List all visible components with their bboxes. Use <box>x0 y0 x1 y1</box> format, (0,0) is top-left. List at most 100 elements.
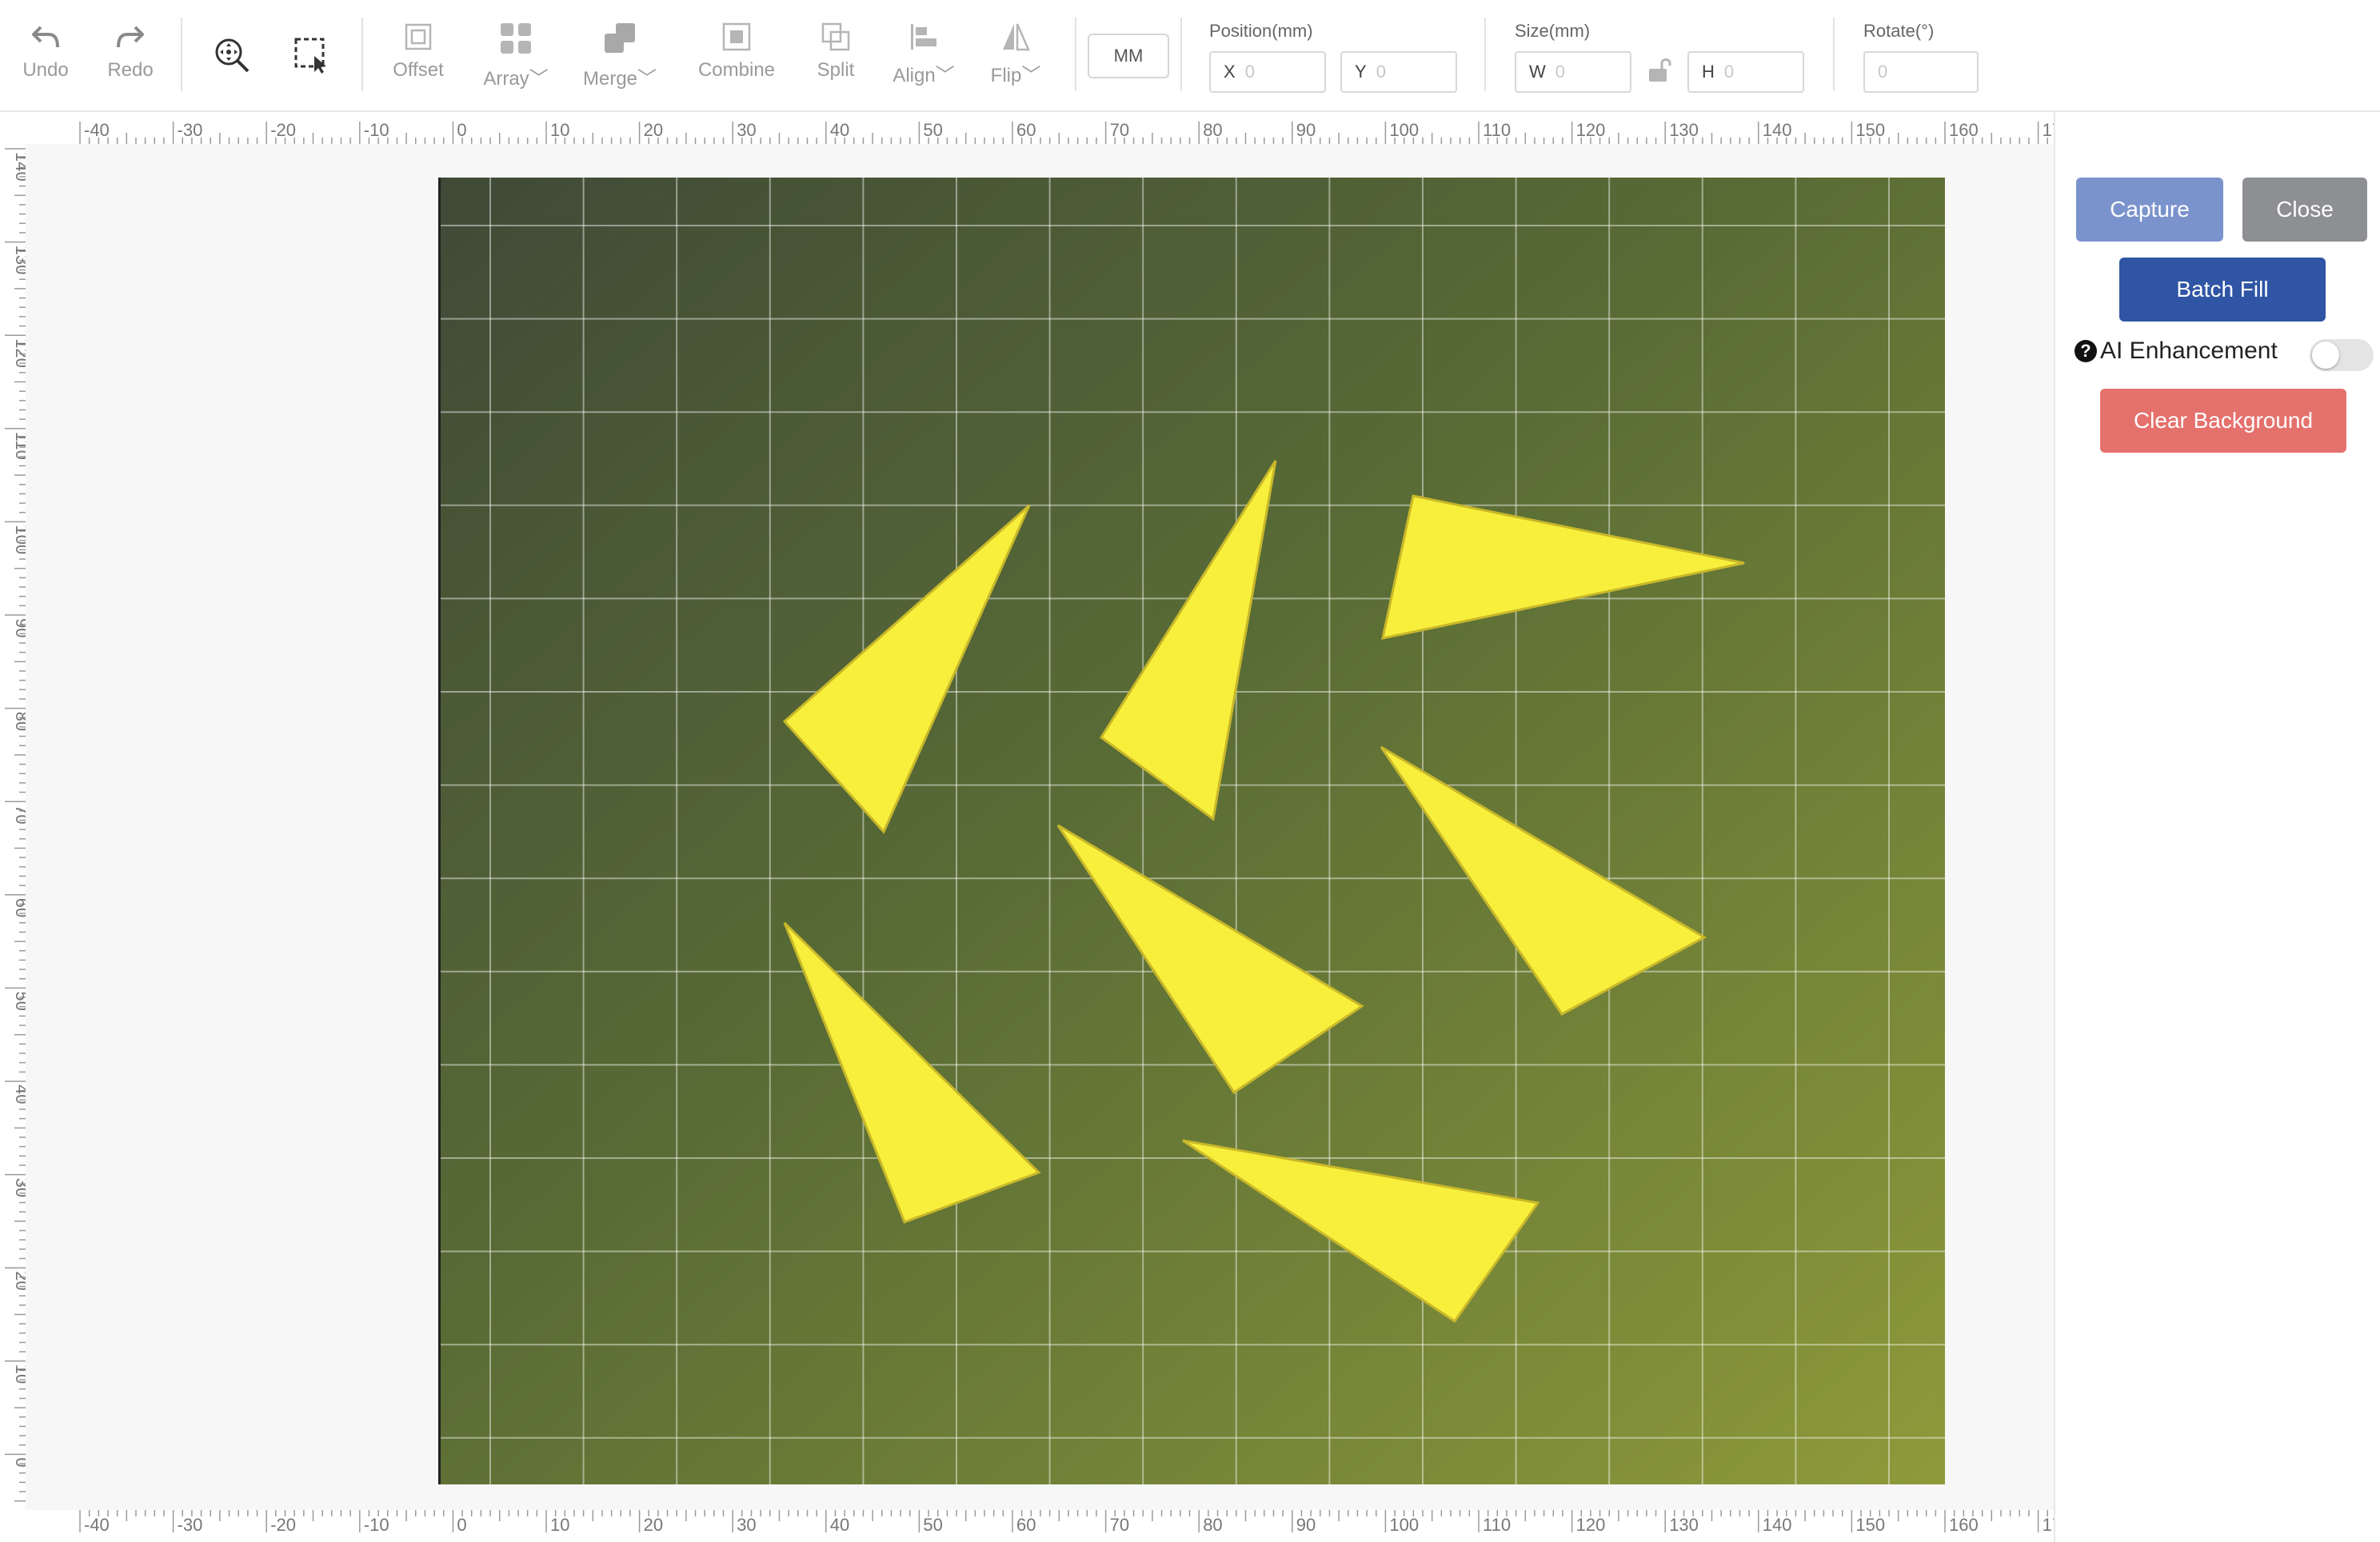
rotate-label: Rotate(°) <box>1863 21 1935 41</box>
rotate-value: 0 <box>1878 62 1888 82</box>
position-y-input[interactable]: Y 0 <box>1340 51 1457 93</box>
position-x-input[interactable]: X 0 <box>1209 51 1326 93</box>
undo-button[interactable]: Undo <box>18 0 74 112</box>
h-value: 0 <box>1723 62 1735 82</box>
toolbar-divider <box>1180 18 1182 91</box>
chevron-down-icon: ﹀ <box>637 68 657 90</box>
combine-icon <box>722 22 751 51</box>
help-icon[interactable]: ? <box>2075 340 2097 362</box>
flip-icon <box>1003 23 1030 51</box>
ruler-tick-label: 130 <box>1669 1515 1699 1535</box>
ruler-tick-label: -40 <box>84 120 110 140</box>
merge-button[interactable]: Merge﹀ <box>582 0 657 112</box>
select-area-icon <box>294 38 326 74</box>
redo-icon <box>117 26 144 48</box>
array-button[interactable]: Array﹀ <box>480 0 552 112</box>
ruler-left: 1401301201101009080706050403020100 <box>0 144 32 1510</box>
position-label: Position(mm) <box>1209 21 1313 41</box>
ruler-tick-label: 60 <box>1016 1515 1036 1535</box>
ruler-left-scale: 1401301201101009080706050403020100 <box>5 148 32 1502</box>
ruler-tick-label: 10 <box>12 1364 26 1384</box>
merge-label: Merge <box>582 68 638 90</box>
combine-button[interactable]: Combine <box>693 0 781 112</box>
offset-label: Offset <box>393 59 444 81</box>
ruler-tick-label: 140 <box>1763 120 1792 140</box>
ruler-tick-label: 70 <box>1110 1515 1129 1535</box>
split-button[interactable]: Split <box>808 0 864 112</box>
ruler-tick-label: 30 <box>12 1178 26 1197</box>
ruler-tick-label: 50 <box>923 120 942 140</box>
ruler-top-scale: -40 -30 -20 -10 0 10 20 30 40 50 60 70 80 90 100 110 120… <box>79 120 2054 144</box>
toolbar: Undo Redo Offset Array﹀ Merge﹀ Combine S… <box>0 0 2380 112</box>
ruler-tick-label: 100 <box>1389 120 1419 140</box>
canvas-workspace[interactable]: -40 -30 -20 -10 0 10 20 30 40 50 60 70 80 90 100 110 120… <box>0 112 2054 1542</box>
size-w-input[interactable]: W 0 <box>1515 51 1631 93</box>
camera-capture-image[interactable] <box>438 178 1945 1484</box>
batch-fill-button[interactable]: Batch Fill <box>2119 258 2326 322</box>
flip-button[interactable]: Flip﹀ <box>984 0 1048 112</box>
ruler-tick-label: 130 <box>12 246 26 275</box>
ruler-tick-label: 160 <box>1949 1515 1979 1535</box>
ruler-tick-label: 120 <box>1576 120 1606 140</box>
align-button[interactable]: Align﹀ <box>888 0 960 112</box>
ruler-tick-label: 10 <box>550 120 569 140</box>
unit-toggle-button[interactable]: MM <box>1088 34 1169 78</box>
clear-background-button[interactable]: Clear Background <box>2100 389 2346 453</box>
ruler-tick-label: 20 <box>12 1271 26 1290</box>
ruler-tick-label: 40 <box>12 1085 26 1104</box>
chevron-down-icon: ﹀ <box>935 65 955 86</box>
ruler-tick-label: 90 <box>1296 1515 1316 1535</box>
ruler-tick-label: 110 <box>1483 120 1511 140</box>
chevron-down-icon: ﹀ <box>529 68 549 90</box>
align-icon <box>911 24 936 50</box>
ruler-tick-label: 150 <box>1855 120 1885 140</box>
ruler-tick-label: 40 <box>830 120 849 140</box>
size-label: Size(mm) <box>1515 21 1591 41</box>
split-label: Split <box>817 59 855 81</box>
ruler-bottom: -40 -30 -20 -10 0 10 20 30 40 50 60 70 80 90 100 110 120… <box>0 1510 2054 1542</box>
offset-button[interactable]: Offset <box>390 0 446 112</box>
ruler-tick-label: 20 <box>644 1515 663 1535</box>
ruler-tick-label: 0 <box>12 1457 26 1467</box>
ruler-tick-label: 30 <box>737 120 756 140</box>
ruler-tick-label: -10 <box>364 120 389 140</box>
array-icon <box>501 23 531 54</box>
ruler-bottom-scale: -40 -30 -20 -10 0 10 20 30 40 50 60 70 80 90 100 110 120… <box>79 1510 2054 1535</box>
combine-label: Combine <box>697 59 776 81</box>
y-prefix: Y <box>1355 62 1367 82</box>
redo-button[interactable]: Redo <box>102 0 158 112</box>
select-area-button[interactable] <box>290 0 334 112</box>
close-button[interactable]: Close <box>2242 178 2367 242</box>
rotate-input[interactable]: 0 <box>1863 51 1979 93</box>
ruler-tick-label: -20 <box>270 120 296 140</box>
ruler-tick-label: 60 <box>1016 120 1036 140</box>
ruler-tick-label: 90 <box>1296 120 1316 140</box>
merge-icon <box>605 23 635 53</box>
ai-enhancement-toggle[interactable] <box>2310 339 2374 371</box>
ruler-tick-label: 60 <box>12 898 26 917</box>
zoom-fit-button[interactable] <box>210 0 254 112</box>
lock-icon[interactable] <box>1644 54 1676 86</box>
ruler-tick-label: 0 <box>457 120 466 140</box>
ruler-tick-label: 80 <box>1203 1515 1222 1535</box>
split-icon <box>821 22 850 51</box>
ruler-tick-label: -30 <box>178 120 203 140</box>
toolbar-divider <box>361 18 363 91</box>
toggle-knob <box>2312 342 2339 369</box>
ruler-tick-label: 40 <box>830 1515 849 1535</box>
ruler-tick-label: 20 <box>644 120 663 140</box>
toolbar-divider <box>1833 18 1835 91</box>
x-value: 0 <box>1244 62 1255 82</box>
ruler-tick-label: -20 <box>270 1515 296 1535</box>
ruler-tick-label: 160 <box>1949 120 1979 140</box>
undo-label: Undo <box>22 59 69 81</box>
zoom-fit-icon <box>215 38 250 73</box>
ruler-tick-label: 120 <box>1576 1515 1606 1535</box>
ruler-tick-label: 30 <box>737 1515 756 1535</box>
ruler-tick-label: 17 <box>2043 120 2054 140</box>
ruler-tick-label: 140 <box>12 152 26 182</box>
ruler-tick-label: 100 <box>1389 1515 1419 1535</box>
capture-button[interactable]: Capture <box>2076 178 2223 242</box>
size-h-input[interactable]: H 0 <box>1687 51 1804 93</box>
ruler-tick-label: -30 <box>178 1515 203 1535</box>
